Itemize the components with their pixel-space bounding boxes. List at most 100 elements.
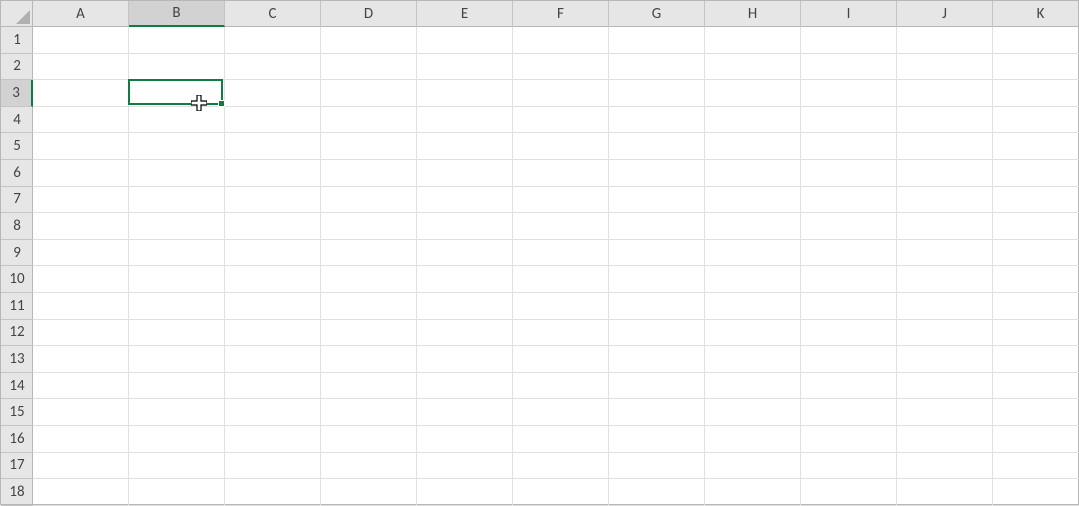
cell-a15[interactable]	[33, 399, 129, 426]
cell-j9[interactable]	[897, 240, 993, 267]
cell-c4[interactable]	[225, 107, 321, 134]
row-header-7[interactable]: 7	[1, 187, 33, 214]
cell-c7[interactable]	[225, 187, 321, 214]
cell-i11[interactable]	[801, 293, 897, 320]
cell-h17[interactable]	[705, 453, 801, 480]
cell-j18[interactable]	[897, 479, 993, 506]
cell-g15[interactable]	[609, 399, 705, 426]
cell-a14[interactable]	[33, 373, 129, 400]
cell-a1[interactable]	[33, 27, 129, 54]
cell-e2[interactable]	[417, 54, 513, 81]
cell-i10[interactable]	[801, 266, 897, 293]
cell-e11[interactable]	[417, 293, 513, 320]
cell-i3[interactable]	[801, 80, 897, 107]
cell-b6[interactable]	[129, 160, 225, 187]
cell-c18[interactable]	[225, 479, 321, 506]
row-header-8[interactable]: 8	[1, 213, 33, 240]
cell-k7[interactable]	[993, 187, 1079, 214]
cell-b5[interactable]	[129, 133, 225, 160]
cell-h6[interactable]	[705, 160, 801, 187]
cell-b7[interactable]	[129, 187, 225, 214]
cell-h15[interactable]	[705, 399, 801, 426]
cell-b13[interactable]	[129, 346, 225, 373]
cell-i2[interactable]	[801, 54, 897, 81]
cell-j3[interactable]	[897, 80, 993, 107]
cell-h9[interactable]	[705, 240, 801, 267]
cell-i8[interactable]	[801, 213, 897, 240]
cell-f15[interactable]	[513, 399, 609, 426]
cell-g12[interactable]	[609, 320, 705, 347]
cell-g14[interactable]	[609, 373, 705, 400]
cell-d1[interactable]	[321, 27, 417, 54]
cell-f10[interactable]	[513, 266, 609, 293]
cell-j1[interactable]	[897, 27, 993, 54]
cell-a10[interactable]	[33, 266, 129, 293]
cell-c2[interactable]	[225, 54, 321, 81]
cell-j5[interactable]	[897, 133, 993, 160]
row-header-4[interactable]: 4	[1, 107, 33, 134]
row-header-5[interactable]: 5	[1, 133, 33, 160]
cell-i12[interactable]	[801, 320, 897, 347]
cell-d8[interactable]	[321, 213, 417, 240]
cell-f11[interactable]	[513, 293, 609, 320]
cell-g4[interactable]	[609, 107, 705, 134]
cell-b9[interactable]	[129, 240, 225, 267]
cell-c9[interactable]	[225, 240, 321, 267]
cell-k17[interactable]	[993, 453, 1079, 480]
cell-k4[interactable]	[993, 107, 1079, 134]
cell-e7[interactable]	[417, 187, 513, 214]
cell-c15[interactable]	[225, 399, 321, 426]
cell-i16[interactable]	[801, 426, 897, 453]
cell-i4[interactable]	[801, 107, 897, 134]
cell-b8[interactable]	[129, 213, 225, 240]
cells-area[interactable]	[33, 27, 1078, 504]
column-header-h[interactable]: H	[705, 1, 801, 27]
cell-c8[interactable]	[225, 213, 321, 240]
cell-f8[interactable]	[513, 213, 609, 240]
column-header-k[interactable]: K	[993, 1, 1079, 27]
cell-b16[interactable]	[129, 426, 225, 453]
cell-d12[interactable]	[321, 320, 417, 347]
cell-h14[interactable]	[705, 373, 801, 400]
cell-k9[interactable]	[993, 240, 1079, 267]
row-header-12[interactable]: 12	[1, 320, 33, 347]
cell-h18[interactable]	[705, 479, 801, 506]
cell-h7[interactable]	[705, 187, 801, 214]
cell-b1[interactable]	[129, 27, 225, 54]
cell-e1[interactable]	[417, 27, 513, 54]
cell-a12[interactable]	[33, 320, 129, 347]
cell-g16[interactable]	[609, 426, 705, 453]
cell-b18[interactable]	[129, 479, 225, 506]
cell-d2[interactable]	[321, 54, 417, 81]
cell-j11[interactable]	[897, 293, 993, 320]
cell-d10[interactable]	[321, 266, 417, 293]
cell-h2[interactable]	[705, 54, 801, 81]
cell-g18[interactable]	[609, 479, 705, 506]
cell-k12[interactable]	[993, 320, 1079, 347]
cell-j6[interactable]	[897, 160, 993, 187]
cell-f12[interactable]	[513, 320, 609, 347]
row-header-10[interactable]: 10	[1, 266, 33, 293]
cell-h8[interactable]	[705, 213, 801, 240]
cell-d5[interactable]	[321, 133, 417, 160]
cell-b14[interactable]	[129, 373, 225, 400]
cell-b4[interactable]	[129, 107, 225, 134]
cell-a13[interactable]	[33, 346, 129, 373]
cell-b10[interactable]	[129, 266, 225, 293]
cell-j12[interactable]	[897, 320, 993, 347]
column-header-d[interactable]: D	[321, 1, 417, 27]
cell-k15[interactable]	[993, 399, 1079, 426]
cell-f13[interactable]	[513, 346, 609, 373]
cell-g11[interactable]	[609, 293, 705, 320]
cell-h3[interactable]	[705, 80, 801, 107]
cell-k11[interactable]	[993, 293, 1079, 320]
cell-i7[interactable]	[801, 187, 897, 214]
cell-e6[interactable]	[417, 160, 513, 187]
cell-a16[interactable]	[33, 426, 129, 453]
cell-a4[interactable]	[33, 107, 129, 134]
cell-i5[interactable]	[801, 133, 897, 160]
cell-k2[interactable]	[993, 54, 1079, 81]
cell-k16[interactable]	[993, 426, 1079, 453]
cell-e15[interactable]	[417, 399, 513, 426]
cell-e5[interactable]	[417, 133, 513, 160]
